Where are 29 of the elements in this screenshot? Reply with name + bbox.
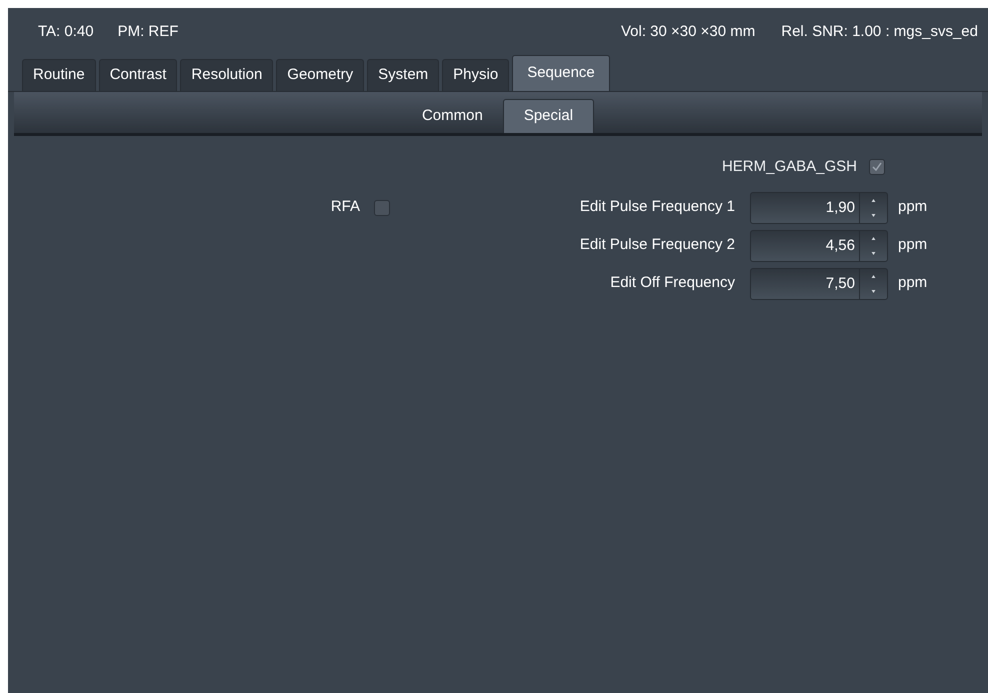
spin-field[interactable]: 7,50 (750, 268, 888, 300)
checkbox[interactable] (374, 200, 390, 216)
snr-text: Rel. SNR: 1.00 : mgs_svs_ed (781, 22, 978, 42)
herm-label: HERM_GABA_GSH (722, 156, 857, 177)
check-icon (872, 162, 882, 172)
parameter-label: Edit Off Frequency (609, 273, 735, 294)
tab[interactable]: Routine (22, 59, 96, 91)
unit-label: ppm (898, 197, 928, 218)
field-value: 7,50 (824, 274, 856, 294)
tab[interactable]: Sequence (512, 55, 610, 91)
tab[interactable]: Geometry (276, 59, 364, 91)
tab[interactable]: System (367, 59, 440, 91)
spin-field[interactable]: 1,90 (750, 192, 888, 224)
tab[interactable]: Physio (442, 59, 510, 91)
tab[interactable]: Contrast (98, 59, 178, 91)
volume-text: Vol: 30 ×30 ×30 mm (620, 22, 756, 42)
acquisition-time: TA: 0:40 (38, 22, 94, 42)
field-value: 1,90 (824, 198, 856, 218)
tab[interactable]: Resolution (180, 59, 274, 91)
subtab[interactable]: Common (402, 99, 503, 133)
subtab[interactable]: Special (502, 99, 594, 133)
unit-label: ppm (898, 273, 928, 294)
rfa-label: RFA (330, 197, 360, 218)
parameter-label: Edit Pulse Frequency 2 (578, 235, 735, 256)
protocol-mode: PM: REF (118, 22, 178, 42)
spin-field[interactable]: 4,56 (750, 230, 888, 262)
parameter-label: Edit Pulse Frequency 1 (578, 197, 735, 218)
field-value: 4,56 (824, 236, 856, 256)
unit-label: ppm (898, 235, 928, 256)
